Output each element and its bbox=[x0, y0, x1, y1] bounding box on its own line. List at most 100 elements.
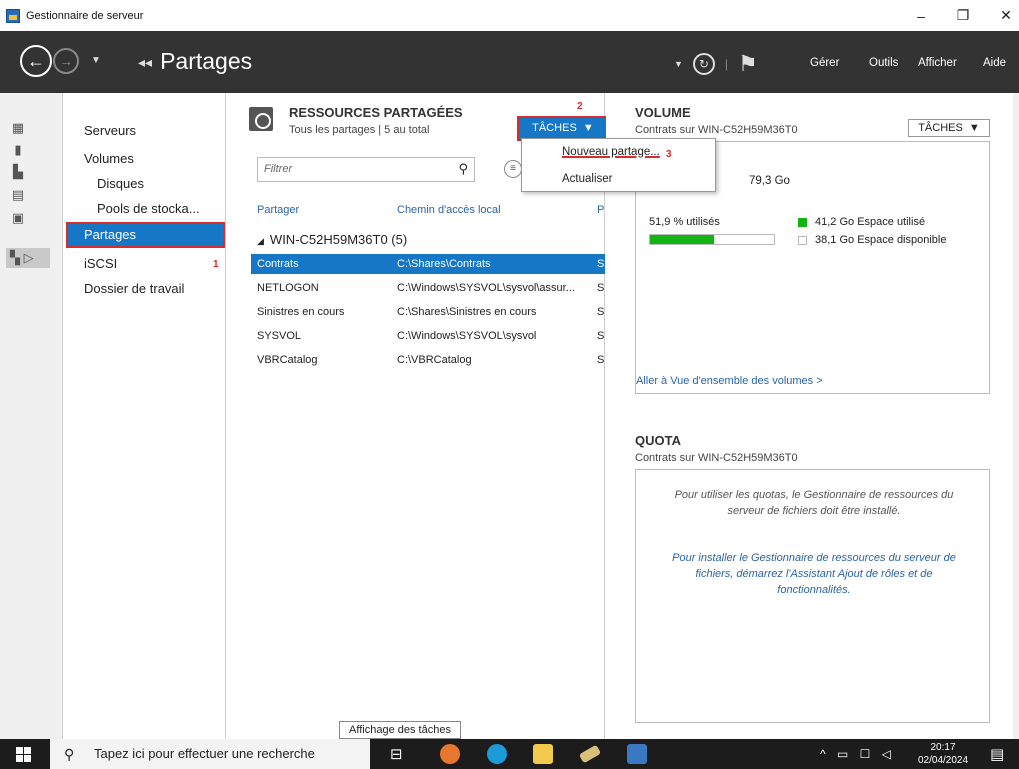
restore-button[interactable]: ❐ bbox=[941, 0, 985, 31]
volume-tasks-button[interactable]: TÂCHES ▼ bbox=[908, 119, 990, 137]
table-row[interactable]: VBRCatalog C:\VBRCatalog S bbox=[251, 350, 605, 370]
list-options-icon[interactable]: ≡ bbox=[504, 160, 522, 178]
task-view-icon[interactable]: ⊟ bbox=[390, 745, 403, 763]
file-explorer-icon[interactable] bbox=[533, 744, 553, 764]
used-label: 41,2 Go Espace utilisé bbox=[815, 216, 926, 228]
sidebar-item-disks[interactable]: Disques bbox=[97, 176, 144, 191]
shares-subtitle: Tous les partages | 5 au total bbox=[289, 124, 430, 136]
windows-start-icon[interactable] bbox=[16, 747, 31, 762]
annotation-1: 1 bbox=[213, 259, 219, 270]
share-protocol: S bbox=[597, 282, 605, 294]
menu-help[interactable]: Aide bbox=[983, 57, 1006, 69]
chevron-down-icon: ▼ bbox=[579, 122, 594, 134]
quota-install-link[interactable]: Pour installer le Gestionnaire de ressou… bbox=[658, 550, 970, 598]
share-path: C:\Shares\Sinistres en cours bbox=[397, 306, 537, 318]
table-row[interactable]: NETLOGON C:\Windows\SYSVOL\sysvol\assur.… bbox=[251, 278, 605, 298]
forward-button[interactable]: → bbox=[53, 48, 79, 74]
sidebar-item-servers[interactable]: Serveurs bbox=[84, 123, 136, 138]
search-icon[interactable]: ⚲ bbox=[458, 161, 468, 177]
back-button[interactable]: ← bbox=[20, 45, 52, 77]
group-label: WIN-C52H59M36T0 (5) bbox=[269, 232, 408, 247]
sidebar-item-shares[interactable]: Partages bbox=[66, 222, 225, 248]
sidebar-item-work-folders[interactable]: Dossier de travail bbox=[84, 281, 184, 296]
scrollbar[interactable] bbox=[1013, 93, 1019, 739]
header-bar: ← → ▼ ◂◂ Partages ▼ ↻ | ⚑ Gérer Outils Af… bbox=[0, 31, 1019, 93]
search-placeholder: Tapez ici pour effectuer une recherche bbox=[94, 746, 315, 761]
table-row[interactable]: Contrats C:\Shares\Contrats S bbox=[251, 254, 605, 274]
minimize-button[interactable]: – bbox=[899, 0, 943, 31]
separator: | bbox=[724, 57, 729, 71]
sidebar-item-storage-pools[interactable]: Pools de stocka... bbox=[97, 201, 200, 216]
quota-title: QUOTA bbox=[635, 433, 681, 448]
free-swatch bbox=[798, 235, 807, 245]
ad-ds-icon[interactable]: ▤ bbox=[11, 188, 25, 202]
tasks-button[interactable]: TÂCHES ▼ bbox=[517, 116, 609, 141]
sidebar-item-volumes[interactable]: Volumes bbox=[84, 151, 134, 166]
volume-capacity: 79,3 Go bbox=[749, 175, 790, 187]
legend-free: 38,1 Go Espace disponible bbox=[798, 234, 946, 246]
history-dropdown-icon[interactable]: ▼ bbox=[91, 55, 101, 66]
table-row[interactable]: Sinistres en cours C:\Shares\Sinistres e… bbox=[251, 302, 605, 322]
tooltip: Affichage des tâches bbox=[339, 721, 461, 739]
window-title: Gestionnaire de serveur bbox=[26, 9, 144, 22]
server-manager-icon bbox=[6, 8, 20, 23]
volume-subtitle: Contrats sur WIN-C52H59M36T0 bbox=[635, 124, 798, 136]
notifications-icon[interactable]: ▤ bbox=[990, 745, 1004, 763]
clock-date: 02/04/2024 bbox=[918, 755, 969, 766]
column-header-protocol[interactable]: P bbox=[597, 204, 604, 216]
share-protocol: S bbox=[597, 354, 605, 366]
edge-icon[interactable] bbox=[487, 744, 507, 764]
taskbar-search-input[interactable]: ⚲ Tapez ici pour effectuer une recherche bbox=[50, 739, 370, 769]
system-tray-icons[interactable]: ^ ▭ ☐ ◁ bbox=[820, 747, 895, 761]
server-manager-taskbar-icon[interactable] bbox=[627, 744, 647, 764]
clock-time: 20:17 bbox=[930, 742, 956, 753]
filter-placeholder: Filtrer bbox=[264, 163, 293, 175]
firefox-icon[interactable] bbox=[440, 744, 460, 764]
menu-item-new-share[interactable]: Nouveau partage... bbox=[562, 146, 660, 158]
share-name: NETLOGON bbox=[257, 282, 319, 294]
table-row[interactable]: SYSVOL C:\Windows\SYSVOL\sysvol S bbox=[251, 326, 605, 346]
menu-manage[interactable]: Gérer bbox=[810, 57, 839, 69]
share-protocol: S bbox=[597, 258, 605, 270]
volume-used-percent: 51,9 % utilisés bbox=[649, 216, 720, 228]
file-storage-services-icon[interactable]: ▚ ▷ bbox=[6, 248, 50, 268]
all-servers-icon[interactable]: ▙ bbox=[11, 165, 25, 179]
dns-icon[interactable]: ▣ bbox=[11, 211, 25, 225]
quota-subtitle: Contrats sur WIN-C52H59M36T0 bbox=[635, 452, 798, 464]
volume-usage-bar bbox=[649, 234, 775, 245]
menu-view[interactable]: Afficher bbox=[918, 57, 957, 69]
sidebar-item-iscsi[interactable]: iSCSI bbox=[84, 256, 117, 271]
search-icon: ⚲ bbox=[64, 746, 75, 762]
refresh-dropdown-icon[interactable]: ▼ bbox=[674, 59, 683, 69]
volume-title: VOLUME bbox=[635, 105, 691, 120]
share-name: Contrats bbox=[257, 258, 299, 270]
close-button[interactable]: ✕ bbox=[984, 0, 1019, 31]
tasks-dropdown-menu: Nouveau partage... 3 Actualiser bbox=[521, 138, 716, 192]
collapse-icon[interactable]: ◢ bbox=[257, 236, 264, 246]
share-path: C:\Shares\Contrats bbox=[397, 258, 491, 270]
clock[interactable]: 20:17 02/04/2024 bbox=[918, 741, 968, 767]
shares-title: RESSOURCES PARTAGÉES bbox=[289, 105, 463, 120]
menu-item-refresh[interactable]: Actualiser bbox=[562, 173, 613, 185]
volume-usage-fill bbox=[650, 235, 715, 244]
server-group[interactable]: ◢ WIN-C52H59M36T0 (5) bbox=[257, 232, 407, 247]
menu-tools[interactable]: Outils bbox=[869, 57, 898, 69]
legend-used: 41,2 Go Espace utilisé bbox=[798, 216, 925, 228]
column-header-share[interactable]: Partager bbox=[257, 204, 299, 216]
notifications-flag-icon[interactable]: ⚑ bbox=[738, 53, 758, 75]
dashboard-icon[interactable]: ▦ bbox=[11, 121, 25, 135]
annotation-2: 2 bbox=[577, 101, 583, 112]
annotation-3: 3 bbox=[666, 149, 672, 160]
quota-message: Pour utiliser les quotas, le Gestionnair… bbox=[674, 489, 954, 517]
left-icon-strip: ▦ ▮ ▙ ▤ ▣ ▚ ▷ bbox=[0, 93, 63, 739]
window-titlebar: Gestionnaire de serveur – ❐ ✕ bbox=[0, 0, 1019, 31]
refresh-icon[interactable]: ↻ bbox=[692, 53, 715, 75]
share-name: VBRCatalog bbox=[257, 354, 318, 366]
app-icon[interactable] bbox=[578, 744, 602, 764]
volumes-overview-link[interactable]: Aller à Vue d'ensemble des volumes > bbox=[636, 375, 823, 387]
filter-input[interactable]: Filtrer ⚲ bbox=[257, 157, 475, 182]
breadcrumb-label: Partages bbox=[160, 48, 253, 74]
sidebar: Serveurs Volumes Disques Pools de stocka… bbox=[63, 93, 226, 739]
local-server-icon[interactable]: ▮ bbox=[11, 143, 25, 157]
column-header-path[interactable]: Chemin d'accès local bbox=[397, 204, 501, 216]
